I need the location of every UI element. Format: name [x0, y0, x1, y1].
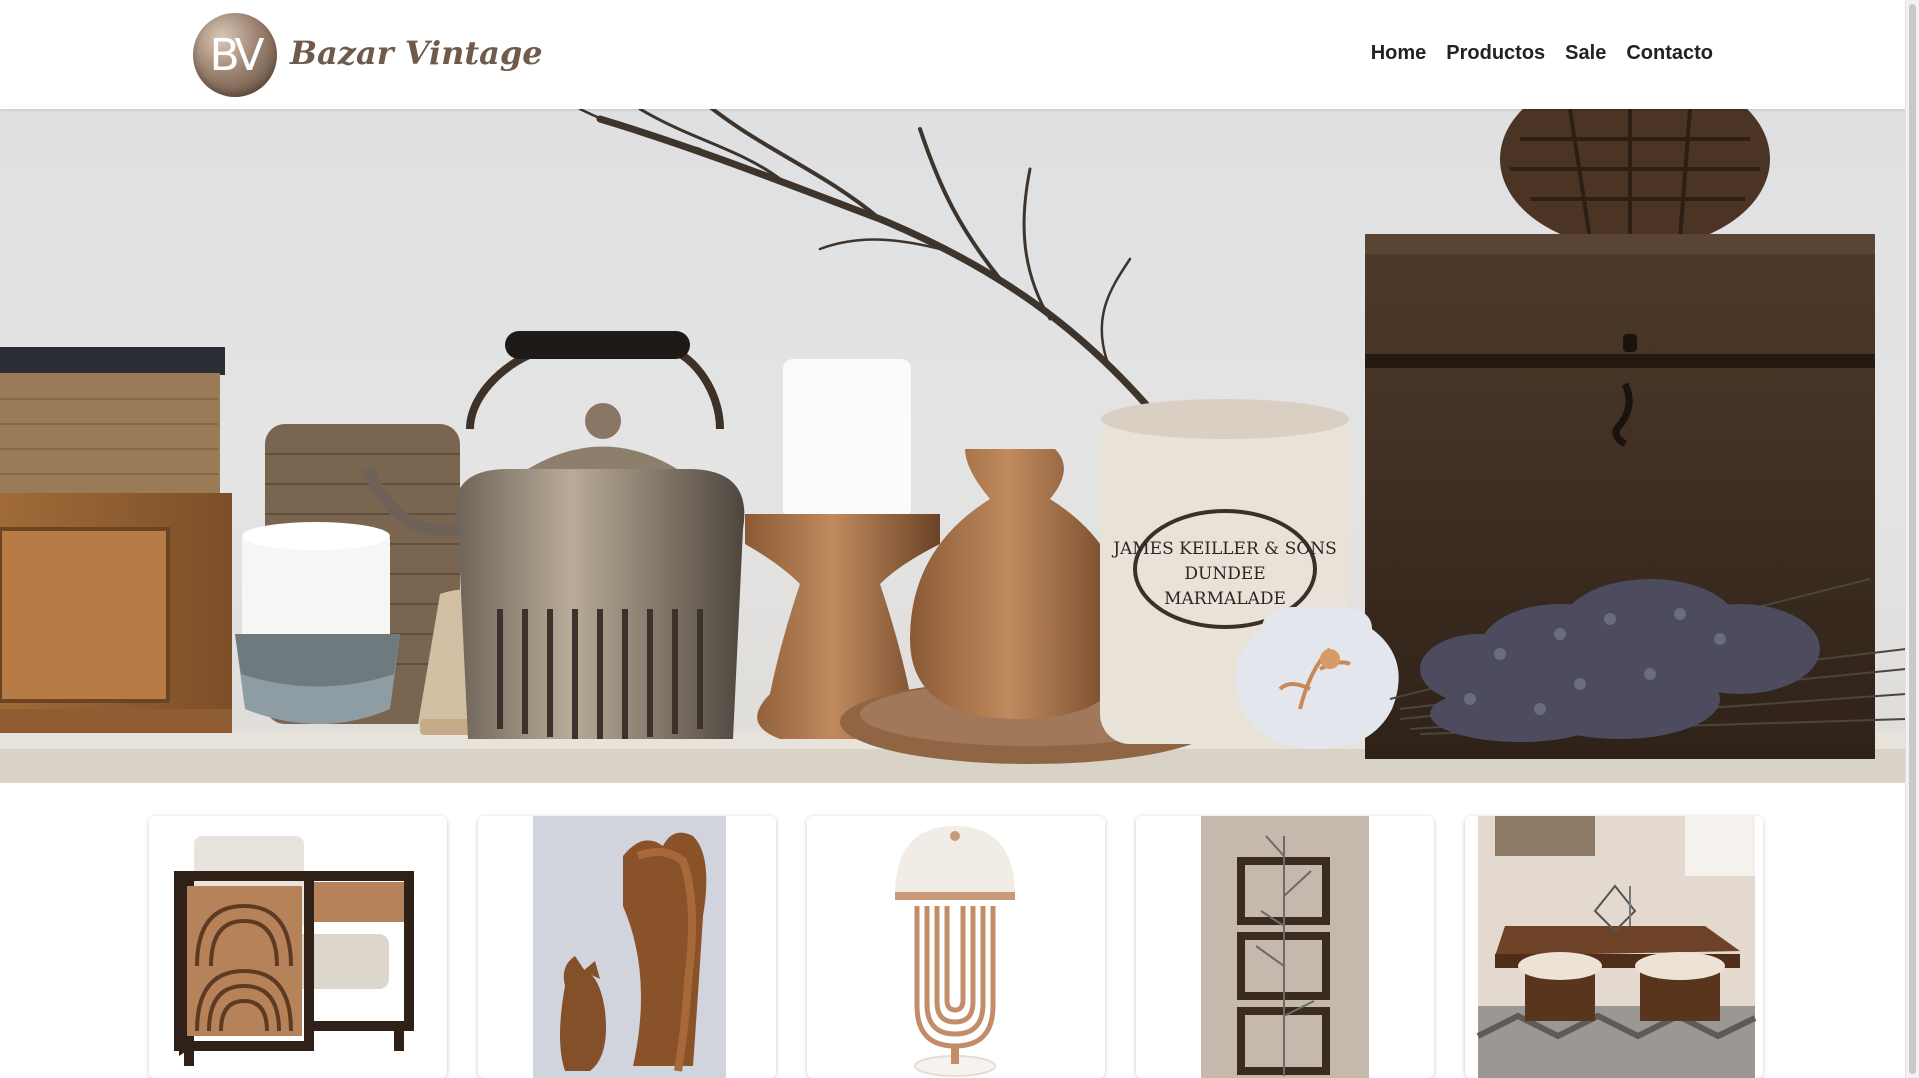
- wooden-figures-image: [478, 816, 776, 1078]
- nav-sale[interactable]: Sale: [1565, 42, 1606, 65]
- site-header: BV Bazar Vintage Home Productos Sale Con…: [0, 0, 1906, 109]
- nav-contacto[interactable]: Contacto: [1626, 42, 1713, 65]
- page-scrollbar[interactable]: [1905, 0, 1919, 1078]
- hero-still-life-image: JAMES KEILLER & SONS DUNDEE MARMALADE: [0, 109, 1906, 783]
- svg-text:MARMALADE: MARMALADE: [1164, 589, 1286, 609]
- product-card-lamp[interactable]: [807, 816, 1105, 1078]
- coffee-table-image: [1465, 816, 1763, 1078]
- svg-text:DUNDEE: DUNDEE: [1184, 564, 1265, 584]
- armchair-image: [149, 816, 447, 1078]
- wall-shelves-image: [1136, 816, 1434, 1078]
- lamp-image: [807, 816, 1105, 1078]
- product-card-wooden-figures[interactable]: [478, 816, 776, 1078]
- hero-banner: JAMES KEILLER & SONS DUNDEE MARMALADE: [0, 109, 1906, 783]
- brand-name[interactable]: Bazar Vintage: [290, 34, 543, 72]
- brand-logo-badge[interactable]: BV: [193, 13, 277, 97]
- product-card-armchair[interactable]: [149, 816, 447, 1078]
- logo-initials: BV: [209, 29, 265, 81]
- nav-productos[interactable]: Productos: [1446, 42, 1545, 65]
- main-nav: Home Productos Sale Contacto: [1371, 42, 1713, 65]
- svg-text:JAMES KEILLER & SONS: JAMES KEILLER & SONS: [1111, 539, 1337, 559]
- nav-home[interactable]: Home: [1371, 42, 1427, 65]
- product-card-wall-shelves[interactable]: [1136, 816, 1434, 1078]
- product-card-coffee-table[interactable]: [1465, 816, 1763, 1078]
- scrollbar-thumb[interactable]: [1909, 4, 1916, 1074]
